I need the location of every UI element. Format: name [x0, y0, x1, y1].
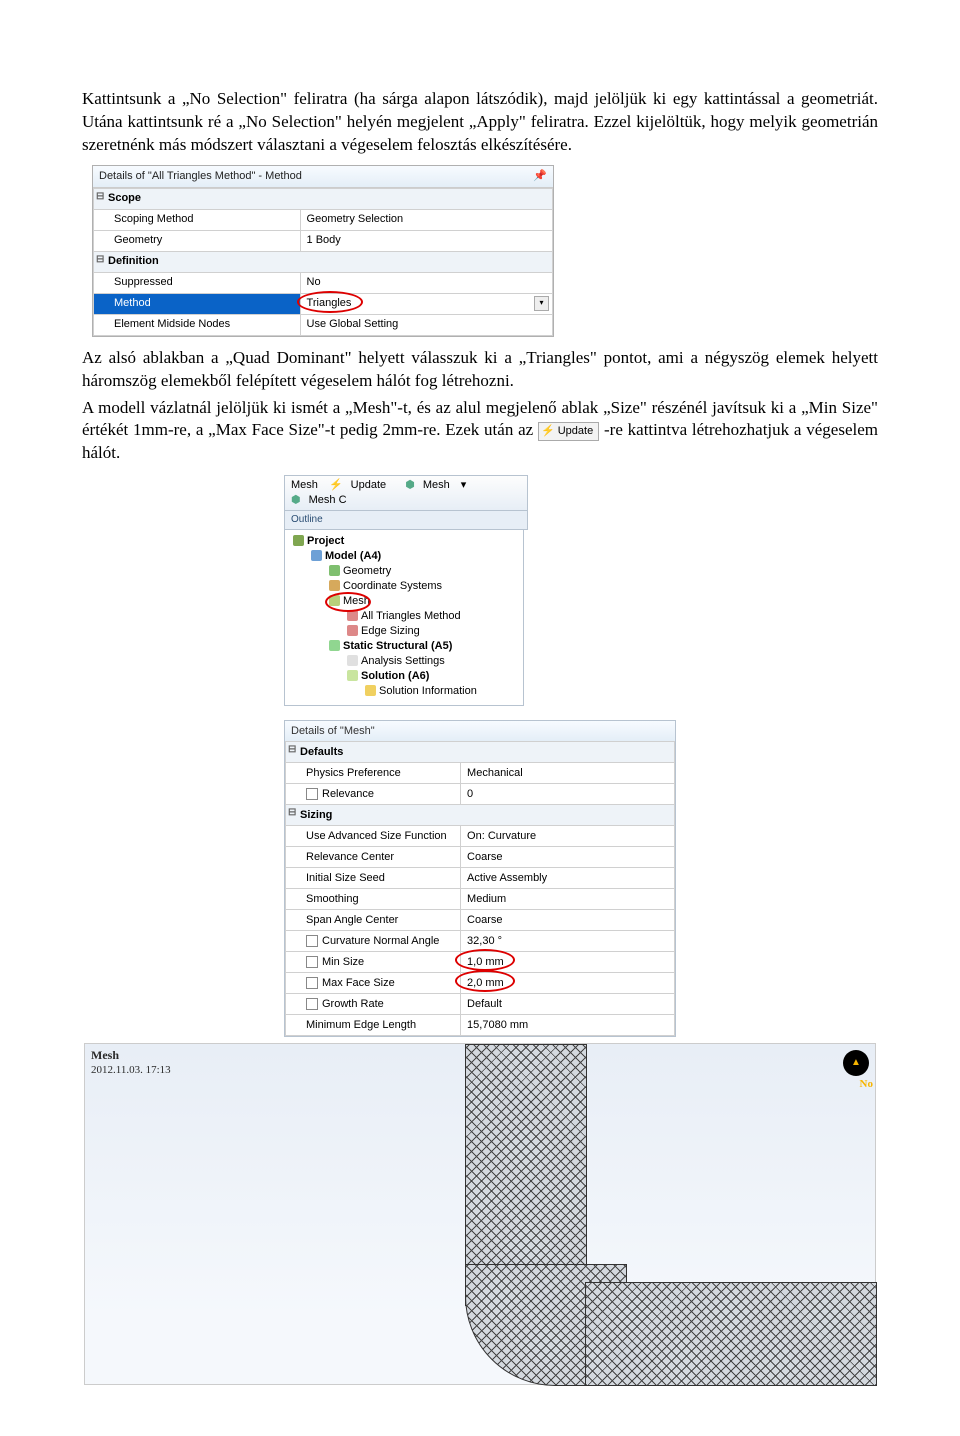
r-adv-k: Use Advanced Size Function: [286, 826, 461, 847]
r-span-k: Span Angle Center: [286, 910, 461, 931]
tb-update[interactable]: ⚡Update: [329, 479, 394, 491]
paragraph-3: A modell vázlatnál jelöljük ki ismét a „…: [82, 397, 878, 466]
chk-icon[interactable]: [306, 977, 318, 989]
chk-icon[interactable]: [306, 998, 318, 1010]
group-scope[interactable]: Scope: [94, 188, 553, 209]
details-panel-mesh: Details of "Mesh" Defaults Physics Prefe…: [284, 720, 676, 1038]
tree-as[interactable]: Analysis Settings: [289, 654, 519, 669]
annotation-oval-triangles: [297, 291, 363, 313]
method-grid: Scope Scoping MethodGeometry Selection G…: [93, 188, 553, 336]
dropdown-icon[interactable]: ▾: [534, 296, 549, 311]
tb-mesh[interactable]: Mesh: [291, 479, 318, 491]
r-grow-k: Growth Rate: [286, 994, 461, 1015]
annotation-oval-maxsize: [455, 970, 515, 992]
update-button-inline[interactable]: ⚡ Update: [538, 422, 599, 441]
mesh-shape-horizontal: [585, 1282, 877, 1386]
tb-meshctl[interactable]: ⬢Mesh C: [291, 494, 355, 506]
row-midside-k: Element Midside Nodes: [94, 314, 301, 335]
annotation-oval-minsize: [455, 949, 515, 971]
r-phys-v[interactable]: Mechanical: [461, 763, 675, 784]
r-seed-k: Initial Size Seed: [286, 868, 461, 889]
row-geometry-k: Geometry: [94, 230, 301, 251]
cs-icon: [329, 580, 340, 591]
r-min-k: Min Size: [286, 952, 461, 973]
r-max-k: Max Face Size: [286, 973, 461, 994]
project-icon: [293, 535, 304, 546]
chk-icon[interactable]: [306, 788, 318, 800]
r-rel-v[interactable]: 0: [461, 784, 675, 805]
tree-si[interactable]: Solution Information: [289, 684, 519, 699]
r-edge-v: 15,7080 mm: [461, 1015, 675, 1036]
mesh-grid: Defaults Physics PreferenceMechanical Re…: [285, 741, 675, 1036]
row-suppressed-k: Suppressed: [94, 272, 301, 293]
ss-icon: [329, 640, 340, 651]
r-edge-k: Minimum Edge Length: [286, 1015, 461, 1036]
model-icon: [311, 550, 322, 561]
panel-title-text: Details of "All Triangles Method" - Meth…: [99, 170, 302, 182]
outline-header: Outline: [284, 511, 528, 530]
tree-mesh[interactable]: Mesh: [289, 594, 519, 609]
screenshot-2: Mesh ⚡Update ⬢Mesh ▾ ⬢Mesh C Outline Pro…: [284, 475, 676, 1037]
tree-edge[interactable]: Edge Sizing: [289, 624, 519, 639]
row-scoping-method-k: Scoping Method: [94, 209, 301, 230]
r-adv-v[interactable]: On: Curvature: [461, 826, 675, 847]
update-label: Update: [558, 425, 593, 437]
sol-icon: [347, 670, 358, 681]
tree-project[interactable]: Project: [289, 534, 519, 549]
pin-icon[interactable]: 📌: [533, 169, 547, 184]
row-midside-v[interactable]: Use Global Setting: [300, 314, 552, 335]
tree-ss[interactable]: Static Structural (A5): [289, 639, 519, 654]
r-seed-v[interactable]: Active Assembly: [461, 868, 675, 889]
group-sizing[interactable]: Sizing: [286, 805, 675, 826]
r-grow-v[interactable]: Default: [461, 994, 675, 1015]
row-method-k: Method: [94, 293, 301, 314]
r-rel-k: Relevance: [286, 784, 461, 805]
tree-model[interactable]: Model (A4): [289, 549, 519, 564]
r-smooth-k: Smoothing: [286, 889, 461, 910]
tree-alltri[interactable]: All Triangles Method: [289, 609, 519, 624]
orientation-badge-icon[interactable]: ▲: [843, 1050, 869, 1076]
annotation-oval-mesh: [325, 592, 371, 612]
paragraph-1: Kattintsunk a „No Selection" feliratra (…: [82, 88, 878, 157]
details-mesh-title: Details of "Mesh": [285, 721, 675, 742]
edge-icon: [347, 625, 358, 636]
update-icon: ⚡: [541, 425, 555, 437]
r-smooth-v[interactable]: Medium: [461, 889, 675, 910]
group-definition[interactable]: Definition: [94, 251, 553, 272]
mesh-preview-ts: 2012.11.03. 17:13: [91, 1064, 171, 1076]
r-phys-k: Physics Preference: [286, 763, 461, 784]
r-relc-v[interactable]: Coarse: [461, 847, 675, 868]
r-max-v[interactable]: 2,0 mm: [461, 973, 675, 994]
outline-tree: Project Model (A4) Geometry Coordinate S…: [284, 530, 524, 706]
tree-sol[interactable]: Solution (A6): [289, 669, 519, 684]
row-geometry-v[interactable]: 1 Body: [300, 230, 552, 251]
details-panel-method: Details of "All Triangles Method" - Meth…: [92, 165, 554, 337]
panel-title: Details of "All Triangles Method" - Meth…: [93, 166, 553, 188]
orientation-badge-text: No: [860, 1078, 873, 1090]
tb-meshbtn[interactable]: ⬢Mesh ▾: [405, 479, 466, 491]
paragraph-2: Az alsó ablakban a „Quad Dominant" helye…: [82, 347, 878, 393]
row-suppressed-v[interactable]: No: [300, 272, 552, 293]
chk-icon[interactable]: [306, 935, 318, 947]
row-method-v[interactable]: Triangles ▾: [300, 293, 552, 314]
tree-geometry[interactable]: Geometry: [289, 564, 519, 579]
tree-cs[interactable]: Coordinate Systems: [289, 579, 519, 594]
mesh-preview: Mesh 2012.11.03. 17:13 ▲ No: [84, 1043, 876, 1385]
r-span-v[interactable]: Coarse: [461, 910, 675, 931]
chk-icon[interactable]: [306, 956, 318, 968]
group-defaults[interactable]: Defaults: [286, 742, 675, 763]
row-scoping-method-v[interactable]: Geometry Selection: [300, 209, 552, 230]
r-relc-k: Relevance Center: [286, 847, 461, 868]
mesh-toolbar: Mesh ⚡Update ⬢Mesh ▾ ⬢Mesh C: [284, 475, 528, 511]
as-icon: [347, 655, 358, 666]
method-icon: [347, 610, 358, 621]
r-curv-k: Curvature Normal Angle: [286, 931, 461, 952]
si-icon: [365, 685, 376, 696]
mesh-preview-title: Mesh: [91, 1048, 119, 1063]
geometry-icon: [329, 565, 340, 576]
